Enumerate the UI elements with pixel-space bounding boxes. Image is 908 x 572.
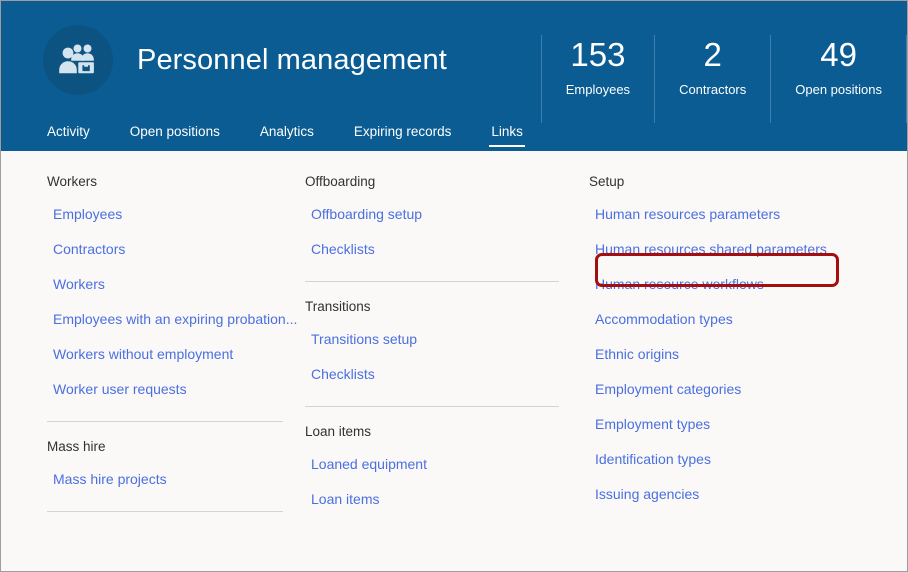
link-offboarding-setup[interactable]: Offboarding setup [303, 197, 573, 232]
link-workers[interactable]: Workers [45, 267, 291, 302]
tab-expiring-records[interactable]: Expiring records [342, 123, 464, 151]
title-group: Personnel management [43, 25, 447, 95]
group-workers: Workers Employees Contractors Workers Em… [45, 173, 297, 407]
column-one-divider-1 [47, 421, 283, 422]
link-transitions-checklists[interactable]: Checklists [303, 357, 573, 392]
people-briefcase-icon [43, 25, 113, 95]
group-title-mass-hire: Mass hire [47, 439, 106, 454]
page-title: Personnel management [137, 43, 447, 76]
links-content: Workers Employees Contractors Workers Em… [1, 151, 907, 571]
tab-analytics[interactable]: Analytics [248, 123, 326, 151]
link-loan-items[interactable]: Loan items [303, 482, 573, 517]
link-employees[interactable]: Employees [45, 197, 291, 232]
tab-bar: Activity Open positions Analytics Expiri… [1, 111, 551, 151]
tab-activity[interactable]: Activity [35, 123, 102, 151]
link-mass-hire-projects[interactable]: Mass hire projects [45, 462, 291, 497]
link-worker-user-requests[interactable]: Worker user requests [45, 372, 291, 407]
kpi-employees-label: Employees [565, 82, 631, 97]
kpi-contractors[interactable]: 2 Contractors [655, 35, 772, 123]
link-workers-without-employment[interactable]: Workers without employment [45, 337, 291, 372]
page-header: Personnel management 153 Employees 2 Con… [1, 1, 907, 151]
kpi-open-positions-label: Open positions [795, 82, 882, 97]
link-offboarding-checklists[interactable]: Checklists [303, 232, 573, 267]
group-loan-items: Loan items Loaned equipment Loan items [303, 423, 573, 517]
links-column-three: Setup Human resources parameters Human r… [573, 173, 893, 571]
group-title-setup: Setup [589, 174, 625, 189]
link-issuing-agencies[interactable]: Issuing agencies [587, 477, 893, 512]
group-title-transitions: Transitions [305, 299, 371, 314]
tab-links[interactable]: Links [479, 123, 535, 151]
kpi-contractors-value: 2 [703, 36, 722, 73]
tab-open-positions[interactable]: Open positions [118, 123, 232, 151]
group-transitions: Transitions Transitions setup Checklists [303, 298, 573, 392]
group-offboarding: Offboarding Offboarding setup Checklists [303, 173, 573, 267]
kpi-open-positions-value: 49 [820, 36, 857, 73]
group-title-offboarding: Offboarding [305, 174, 376, 189]
group-title-workers: Workers [47, 174, 98, 189]
kpi-open-positions[interactable]: 49 Open positions [771, 35, 907, 123]
link-human-resources-shared-parameters[interactable]: Human resources shared parameters [587, 232, 893, 267]
link-human-resources-parameters[interactable]: Human resources parameters [587, 197, 893, 232]
kpi-group: 153 Employees 2 Contractors 49 Open posi… [540, 35, 907, 123]
link-employment-types[interactable]: Employment types [587, 407, 893, 442]
kpi-employees[interactable]: 153 Employees [540, 35, 656, 123]
links-column-one: Workers Employees Contractors Workers Em… [1, 173, 297, 571]
column-two-divider-2 [305, 406, 559, 407]
link-employment-categories[interactable]: Employment categories [587, 372, 893, 407]
kpi-contractors-label: Contractors [679, 82, 747, 97]
kpi-employees-value: 153 [570, 36, 626, 73]
link-accommodation-types[interactable]: Accommodation types [587, 302, 893, 337]
column-one-divider-2 [47, 511, 283, 512]
personnel-management-workspace: Personnel management 153 Employees 2 Con… [0, 0, 908, 572]
link-human-resource-workflows[interactable]: Human resource workflows [587, 267, 893, 302]
group-setup: Setup Human resources parameters Human r… [587, 173, 893, 512]
link-employees-expiring-probation[interactable]: Employees with an expiring probation... [45, 302, 297, 337]
link-contractors[interactable]: Contractors [45, 232, 291, 267]
link-transitions-setup[interactable]: Transitions setup [303, 322, 573, 357]
link-ethnic-origins[interactable]: Ethnic origins [587, 337, 893, 372]
link-identification-types[interactable]: Identification types [587, 442, 893, 477]
group-title-loan-items: Loan items [305, 424, 372, 439]
group-mass-hire: Mass hire Mass hire projects [45, 438, 291, 497]
link-loaned-equipment[interactable]: Loaned equipment [303, 447, 573, 482]
links-column-two: Offboarding Offboarding setup Checklists… [291, 173, 573, 571]
column-two-divider-1 [305, 281, 559, 282]
